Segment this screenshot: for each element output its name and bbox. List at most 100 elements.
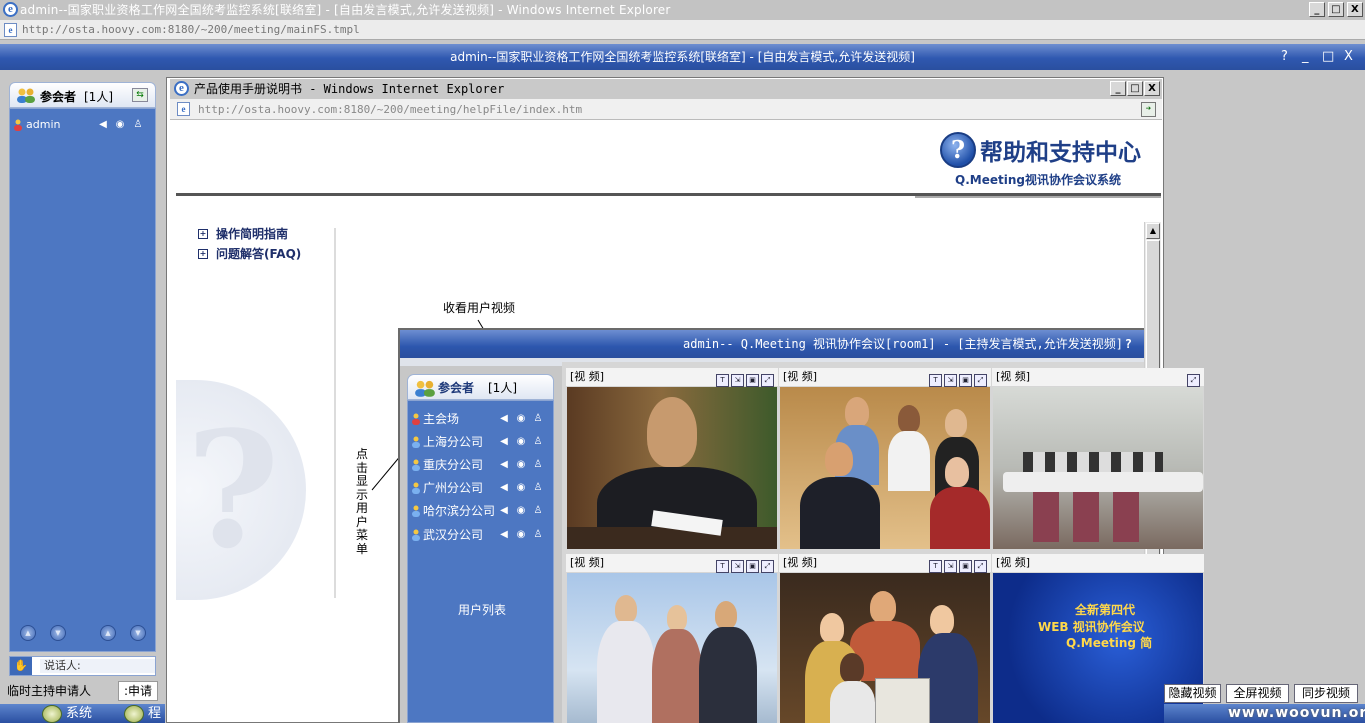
example-help-icon: ?	[1124, 337, 1132, 351]
example-titlebar: admin-- Q.Meeting 视讯协作会议[room1] - [主持发言模…	[400, 330, 1144, 358]
page-down-icon[interactable]: ▼	[130, 625, 146, 641]
sync-video-button[interactable]: 同步视频	[1294, 684, 1358, 703]
help-button[interactable]: ?	[1281, 44, 1288, 70]
help-address-bar[interactable]: e http://osta.hoovy.com:8180/~200/meetin…	[170, 99, 1162, 120]
user-name: 上海分公司	[423, 435, 484, 449]
outer-url: http://osta.hoovy.com:8180/~200/meeting/…	[22, 23, 360, 36]
video-feed-image	[567, 387, 777, 549]
outer-address-bar[interactable]: e http://osta.hoovy.com:8180/~200/meetin…	[0, 20, 1365, 40]
example-video-grid: [视 频] T ⇲ ▣ ⤢ [视 频] T ⇲ ▣ ⤢ [视 频] ⤢ [视 频…	[562, 362, 1204, 723]
refresh-icon[interactable]: ⇆	[132, 88, 148, 102]
user-name: 重庆分公司	[423, 458, 484, 472]
photo-icon: ▣	[746, 374, 759, 387]
camera-icon[interactable]: ◉	[114, 119, 126, 131]
video-cell: [视 频] T ⇲ ▣ ⤢	[566, 554, 778, 723]
camera-icon: ◉	[516, 413, 526, 424]
example-user-list: 主会场 ◀ ◉ ♙ 上海分公司 ◀ ◉ ♙ 重庆分公司 ◀ ◉ ♙ 广州分公司 ◀ ◉ ♙ 哈尔…	[407, 400, 554, 723]
video-feed-image	[780, 573, 990, 723]
camera-icon: ◉	[516, 482, 526, 493]
help-maximize-button[interactable]: □	[1127, 81, 1143, 96]
photo-icon: ▣	[746, 560, 759, 573]
ie-logo-icon: e	[174, 81, 189, 96]
camera-icon: ◉	[516, 505, 526, 516]
scroll-up-icon[interactable]: ▲	[1146, 223, 1160, 239]
user-host-icon	[14, 119, 22, 131]
video-cell: [视 频] ⤢	[992, 368, 1204, 549]
camera-icon: ◉	[516, 529, 526, 540]
user-icon	[412, 482, 420, 494]
help-question-icon: ?	[940, 132, 976, 168]
fit-icon: ⇲	[944, 560, 957, 573]
list-item: 主会场 ◀ ◉ ♙	[408, 409, 553, 429]
divider	[915, 196, 1161, 198]
video-cell: [视 频] T ⇲ ▣ ⤢	[779, 368, 991, 549]
toc-item-faq[interactable]: + 问题解答(FAQ)	[198, 246, 301, 262]
list-item[interactable]: admin ◀ ◉ ♙	[10, 116, 155, 134]
fullscreen-icon: ⤢	[761, 560, 774, 573]
outer-window-titlebar: e admin--国家职业资格工作网全国统考监控系统[联络室] - [自由发言模…	[0, 0, 1365, 20]
scroll-down-icon[interactable]: ▼	[50, 625, 66, 641]
participants-count: [1人]	[84, 90, 113, 104]
divider	[334, 228, 336, 598]
help-center-title: 帮助和支持中心	[980, 139, 1141, 166]
help-window-title: 产品使用手册说明书 - Windows Internet Explorer	[194, 82, 505, 96]
example-user-list-label: 用户列表	[458, 603, 507, 617]
video-cell-header: [视 频] T ⇲ ▣ ⤢	[779, 368, 991, 387]
fullscreen-video-button[interactable]: 全屏视频	[1226, 684, 1289, 703]
speaker-field: ✋ 说话人:	[9, 656, 156, 676]
help-minimize-button[interactable]: _	[1110, 81, 1126, 96]
fullscreen-icon: ⤢	[974, 374, 987, 387]
page-up-icon[interactable]: ▲	[100, 625, 116, 641]
text-icon: T	[716, 560, 729, 573]
help-center-subtitle: Q.Meeting视讯协作会议系统	[955, 173, 1121, 187]
fullscreen-icon: ⤢	[761, 374, 774, 387]
user-menu-icon[interactable]: ♙	[132, 119, 144, 131]
photo-icon: ▣	[959, 560, 972, 573]
app-minimize-button[interactable]: _	[1302, 44, 1309, 70]
microphone-icon[interactable]: ◀	[97, 119, 109, 131]
taskbar-item-program[interactable]: 程	[122, 704, 161, 723]
outer-maximize-button[interactable]: □	[1328, 2, 1344, 17]
video-cell: [视 频] T ⇲ ▣ ⤢	[566, 368, 778, 549]
taskbar-item-system[interactable]: 系统	[40, 704, 92, 723]
text-icon: T	[716, 374, 729, 387]
user-menu-icon: ♙	[533, 505, 543, 516]
user-icon	[412, 436, 420, 448]
ie-logo-icon: e	[3, 2, 18, 17]
video-feed-image	[567, 573, 777, 723]
user-menu-icon: ♙	[533, 459, 543, 470]
user-name: admin	[26, 118, 61, 131]
text-icon: T	[929, 560, 942, 573]
apply-button[interactable]: :申请	[118, 681, 158, 701]
example-participants-title: 参会者	[438, 381, 475, 395]
page-icon: e	[4, 23, 17, 37]
microphone-icon: ◀	[500, 529, 508, 540]
help-window-titlebar: e 产品使用手册说明书 - Windows Internet Explorer …	[170, 79, 1162, 99]
toc-label: 操作简明指南	[216, 227, 289, 241]
hand-raise-icon[interactable]: ✋	[10, 657, 32, 675]
outer-window-title: admin--国家职业资格工作网全国统考监控系统[联络室] - [自由发言模式,…	[20, 3, 671, 17]
go-icon[interactable]: ➔	[1141, 102, 1156, 117]
outer-close-button[interactable]: X	[1347, 2, 1363, 17]
user-menu-icon: ♙	[533, 482, 543, 493]
video-feed-image	[993, 387, 1203, 549]
help-close-button[interactable]: X	[1144, 81, 1160, 96]
app-maximize-button[interactable]: □	[1322, 44, 1334, 70]
user-icon	[412, 459, 420, 471]
expand-icon: +	[198, 229, 208, 239]
scroll-up-icon[interactable]: ▲	[20, 625, 36, 641]
user-name: 广州分公司	[423, 481, 484, 495]
page-icon: e	[177, 102, 190, 116]
app-titlebar: admin--国家职业资格工作网全国统考监控系统[联络室] - [自由发言模式,…	[0, 44, 1365, 70]
speaker-label: 说话人:	[40, 659, 155, 673]
promo-text-3: Q.Meeting 简	[1066, 636, 1153, 650]
user-name: 哈尔滨分公司	[423, 504, 496, 518]
hide-video-button[interactable]: 隐藏视频	[1164, 684, 1221, 703]
video-cell: [视 频] T ⇲ ▣ ⤢	[779, 554, 991, 723]
outer-minimize-button[interactable]: _	[1309, 2, 1325, 17]
fullscreen-icon: ⤢	[1187, 374, 1200, 387]
video-cell-header: [视 频] T ⇲ ▣ ⤢	[779, 554, 991, 573]
microphone-icon: ◀	[500, 436, 508, 447]
toc-item-quick-guide[interactable]: + 操作简明指南	[198, 226, 288, 242]
app-close-button[interactable]: X	[1344, 44, 1353, 70]
